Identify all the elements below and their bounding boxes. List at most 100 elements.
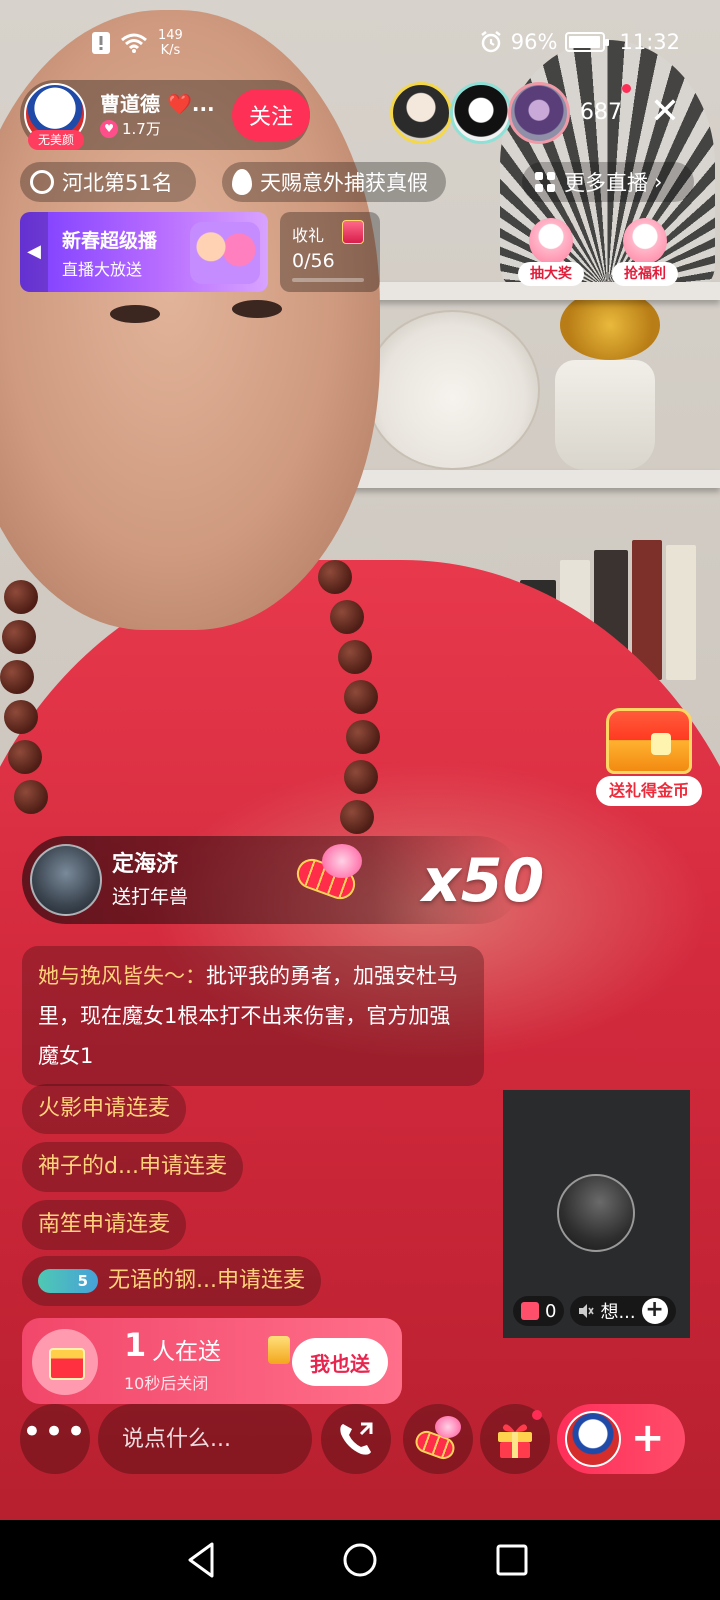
shelf [330, 470, 720, 488]
no-beauty-tag: 无美颜 [28, 130, 84, 150]
sender-avatar[interactable] [30, 844, 102, 916]
lock-icon [651, 733, 671, 755]
network-speed: 149 K/s [158, 28, 183, 58]
mute-icon [579, 1304, 595, 1318]
fan-base [560, 290, 660, 360]
chat-message: 她与挽风皆失～：批评我的勇者，加强安杜马里，现在魔女1根本打不出来伤害，官方加强… [22, 946, 484, 1086]
coin-gift-icon [268, 1336, 290, 1364]
co-stream-avatar[interactable] [557, 1174, 635, 1252]
sending-count: 1 [124, 1326, 147, 1364]
co-stream-name-chip[interactable]: 想... + [570, 1296, 676, 1326]
gift-progress-card[interactable]: 收礼 0/56 [280, 212, 380, 292]
rank-chip[interactable]: 河北第51名 [20, 162, 196, 202]
gift-multiplier: x50 [422, 846, 545, 916]
chevron-left-icon[interactable]: ◀ [20, 212, 48, 292]
scroll-chip[interactable]: 天赐意外捕获真假 [222, 162, 446, 202]
chat-request-text: 无语的钢...申请连麦 [108, 1268, 305, 1293]
navigation-bar [0, 1520, 720, 1600]
treasure-label: 送礼得金币 [596, 776, 702, 806]
plus-icon: + [631, 1415, 665, 1461]
welfare-button[interactable]: 抢福利 [612, 218, 678, 290]
follow-button[interactable]: 关注 [232, 89, 310, 141]
alarm-icon [481, 31, 501, 53]
host-eye [110, 305, 160, 323]
firecracker-gift-icon [292, 844, 368, 914]
lottery-button[interactable]: 抽大奖 [518, 218, 584, 290]
more-live-label: 更多直播 [564, 171, 648, 195]
call-icon[interactable] [335, 1418, 377, 1460]
gift-combo-banner: 定海济 送打年兽 x50 [22, 836, 544, 924]
bunny-welfare-icon [623, 218, 667, 264]
chat-request: 火影申请连麦 [22, 1084, 187, 1134]
wifi-icon [121, 33, 147, 53]
chat-request-text: 南笙申请连麦 [38, 1212, 171, 1237]
host-info-pill[interactable]: 无美颜 曹道德 ❤️... ♥ 1.7万 关注 [20, 80, 310, 150]
sending-text: 人在送 [152, 1339, 221, 1365]
banner-subtitle: 直播大放送 [62, 260, 143, 279]
host-eye [232, 300, 282, 318]
gift-progress-bar [292, 278, 364, 282]
status-right: 96% 11:32 [479, 30, 680, 54]
recents-icon[interactable] [490, 1538, 534, 1582]
dragon-gift-icon[interactable] [412, 1416, 463, 1463]
gift-box-icon [32, 1329, 98, 1395]
gift-description: 送打年兽 [112, 886, 189, 908]
back-icon[interactable] [180, 1538, 224, 1582]
banner-title: 新春超级播 [62, 230, 158, 252]
new-year-banner[interactable]: ◀ 新春超级播 直播大放送 [20, 212, 268, 292]
home-icon[interactable] [338, 1538, 382, 1582]
co-stream-window[interactable]: 0 想... + [503, 1090, 690, 1338]
viewer-avatar[interactable] [390, 82, 452, 144]
exclamation-icon [92, 32, 110, 54]
host-fans: ♥ 1.7万 [100, 118, 161, 139]
sending-timer: 10秒后关闭 [124, 1374, 209, 1393]
vase [555, 360, 655, 470]
gift-sending-strip: 1 人在送 10秒后关闭 我也送 [22, 1318, 402, 1404]
bunny-lottery-icon [529, 218, 573, 264]
red-envelope-icon [342, 220, 364, 244]
battery-icon [565, 32, 610, 52]
co-stream-name: 想... [600, 1302, 636, 1323]
co-stream-gift-chip[interactable]: 0 [513, 1296, 565, 1326]
decorative-plate [365, 310, 540, 470]
grid-icon [535, 172, 555, 192]
gift-icon[interactable] [494, 1418, 536, 1460]
rank-label: 河北第51名 [62, 171, 173, 195]
user-avatar [565, 1411, 621, 1467]
more-icon[interactable]: ••• [20, 1404, 90, 1474]
chat-request: 神子的d...申请连麦 [22, 1142, 243, 1192]
chat-username[interactable]: 她与挽风皆失～： [38, 964, 206, 988]
chat-request: 南笙申请连麦 [22, 1200, 187, 1250]
me-too-send-button[interactable]: 我也送 [292, 1338, 388, 1386]
scroll-text: 天赐意外捕获真假 [260, 171, 428, 195]
gift-progress-label: 收礼 [292, 226, 325, 245]
welfare-label: 抢福利 [612, 262, 678, 286]
treasure-chest-icon [606, 708, 692, 774]
co-stream-gift-count: 0 [545, 1300, 557, 1322]
chevron-right-icon: › [654, 170, 663, 194]
clock: 11:32 [619, 30, 680, 54]
lottery-label: 抽大奖 [518, 262, 584, 286]
gift-icon [521, 1302, 539, 1320]
add-icon[interactable]: + [641, 1298, 668, 1324]
close-button[interactable]: ✕ [646, 94, 684, 132]
go-live-button[interactable]: + [557, 1404, 685, 1474]
banner-art [190, 222, 260, 284]
notification-dot [622, 84, 631, 93]
status-bar: 149 K/s 96% 11:32 [0, 0, 720, 86]
treasure-chest-button[interactable]: 送礼得金币 [596, 708, 706, 808]
battery-percent: 96% [510, 30, 558, 54]
clock-icon [30, 170, 54, 194]
battery-fill [569, 36, 601, 48]
more-live-chip[interactable]: 更多直播 › [522, 162, 694, 202]
heart-icon: ♥ [100, 119, 118, 138]
fans-count: 1.7万 [122, 120, 161, 138]
viewer-avatar[interactable] [450, 82, 512, 144]
status-left: 149 K/s [92, 28, 183, 58]
gift-progress-value: 0/56 [292, 250, 335, 272]
level-badge: 5 [38, 1269, 98, 1293]
viewer-avatar[interactable] [508, 82, 570, 144]
host-name: 曹道德 ❤️... [100, 92, 215, 116]
viewer-count[interactable]: 687 [580, 100, 622, 125]
comment-input[interactable] [98, 1404, 312, 1474]
